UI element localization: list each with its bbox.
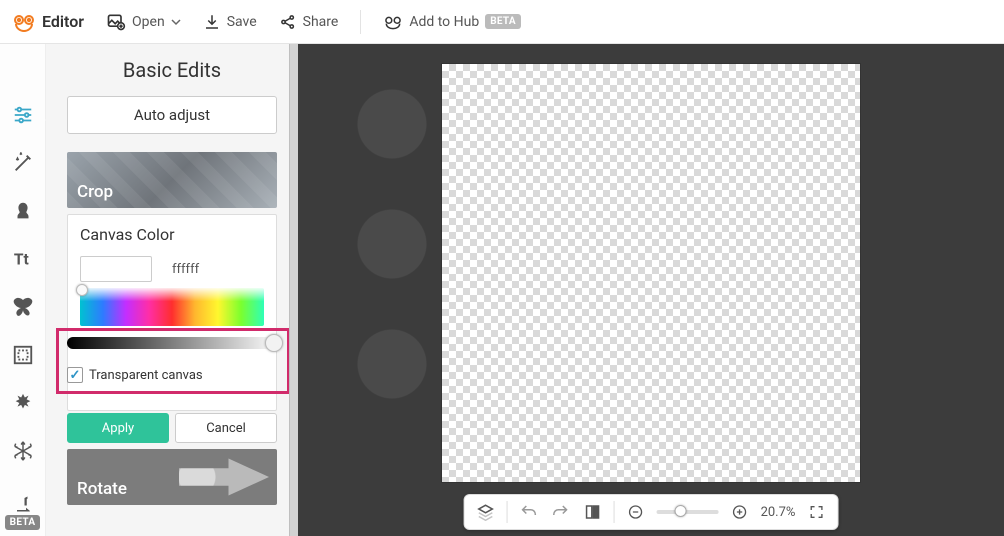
beta-badge-bottom: BETA	[5, 515, 41, 530]
share-button[interactable]: Share	[279, 13, 339, 31]
tool-iconstrip: Tt BETA	[0, 44, 46, 536]
silhouette-icon[interactable]	[10, 198, 36, 224]
text-icon[interactable]: Tt	[10, 246, 36, 272]
panel-title: Basic Edits	[56, 58, 288, 82]
side-panel: Basic Edits Auto adjust Crop Canvas Colo…	[46, 44, 298, 536]
fullscreen-icon[interactable]	[805, 501, 827, 523]
apply-cancel-row: Apply Cancel	[67, 413, 277, 443]
zoom-out-icon[interactable]	[625, 501, 647, 523]
transparent-label: Transparent canvas	[89, 368, 203, 383]
monkey-outline-icon	[383, 12, 403, 32]
layers-icon[interactable]	[475, 501, 497, 523]
divider	[507, 501, 508, 523]
swatch-row: ffffff	[80, 256, 264, 282]
redo-icon[interactable]	[550, 501, 572, 523]
brand-label: Editor	[42, 12, 84, 31]
apply-button[interactable]: Apply	[67, 413, 169, 443]
auto-adjust-button[interactable]: Auto adjust	[67, 96, 277, 134]
lightness-handle[interactable]	[265, 334, 283, 352]
rotate-section[interactable]: Rotate	[67, 449, 277, 505]
color-swatch[interactable]	[80, 256, 152, 282]
sliders-icon[interactable]	[10, 102, 36, 128]
add-to-hub-button[interactable]: Add to Hub BETA	[383, 12, 521, 32]
zoom-in-icon[interactable]	[729, 501, 751, 523]
divider	[614, 501, 615, 523]
canvas-area: 20.7%	[298, 44, 1004, 536]
butterfly-icon[interactable]	[10, 294, 36, 320]
beta-badge: BETA	[485, 14, 521, 29]
brand: Editor	[12, 10, 84, 34]
highlight-annotation: ✓ Transparent canvas	[56, 328, 290, 394]
bottom-toolbar: 20.7%	[464, 494, 839, 530]
svg-text:Tt: Tt	[13, 251, 28, 269]
rotate-label: Rotate	[77, 479, 127, 499]
save-label: Save	[227, 14, 257, 30]
undo-icon[interactable]	[518, 501, 540, 523]
canvas-color-section: Canvas Color ffffff ✓ Transparent canvas	[67, 214, 277, 411]
transparent-canvas[interactable]	[442, 64, 860, 482]
image-plus-icon	[106, 12, 126, 32]
main: Tt BETA Basic Edits Auto adjust Crop Can…	[0, 44, 1004, 536]
lightness-slider[interactable]	[67, 337, 279, 349]
cancel-button[interactable]: Cancel	[175, 413, 277, 443]
zoom-thumb[interactable]	[675, 505, 687, 517]
chevron-down-icon	[171, 17, 181, 27]
compare-icon[interactable]	[582, 501, 604, 523]
open-menu[interactable]: Open	[106, 12, 181, 32]
monkey-logo-icon	[12, 10, 36, 34]
hub-label: Add to Hub	[409, 14, 479, 30]
texture-icon[interactable]	[10, 390, 36, 416]
transparent-checkbox[interactable]: ✓	[67, 367, 83, 383]
topbar: Editor Open Save Share Add to Hub BETA	[0, 0, 1004, 44]
divider	[360, 10, 361, 34]
bottom-beta-tool[interactable]: BETA	[0, 495, 45, 530]
transparent-canvas-row[interactable]: ✓ Transparent canvas	[67, 367, 279, 383]
share-icon	[279, 13, 297, 31]
open-label: Open	[132, 14, 165, 30]
zoom-value: 20.7%	[761, 505, 796, 520]
share-label: Share	[303, 14, 339, 30]
hue-picker[interactable]	[80, 288, 264, 326]
crop-label: Crop	[77, 182, 113, 202]
canvas-color-title: Canvas Color	[80, 225, 264, 244]
download-icon	[203, 13, 221, 31]
save-button[interactable]: Save	[203, 13, 257, 31]
magic-wand-icon[interactable]	[10, 150, 36, 176]
hue-handle[interactable]	[76, 284, 88, 296]
hex-value: ffffff	[172, 262, 199, 277]
frame-icon[interactable]	[10, 342, 36, 368]
crop-section[interactable]: Crop	[67, 152, 277, 208]
zoom-slider[interactable]	[657, 510, 719, 514]
snowflake-icon[interactable]	[10, 438, 36, 464]
